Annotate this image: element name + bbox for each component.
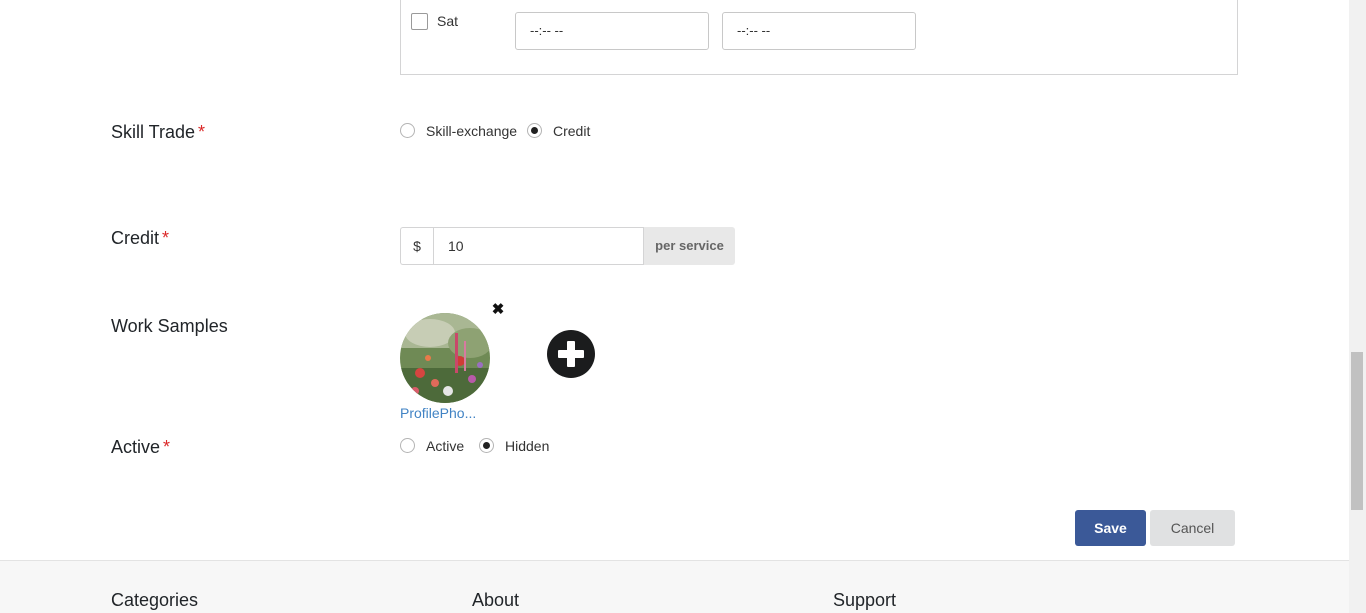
skill-trade-label: Skill Trade * — [111, 122, 206, 142]
sat-label: Sat — [437, 13, 459, 29]
credit-input-group: $ 10 per service — [400, 227, 735, 265]
add-sample-icon[interactable] — [547, 330, 595, 378]
work-sample-thumbnail — [400, 313, 490, 403]
credit-option-label: Credit — [553, 123, 591, 139]
footer-heading-support: Support — [833, 590, 897, 610]
credit-label: Credit * — [111, 228, 170, 248]
footer-heading-about: About — [472, 590, 520, 610]
required-mark: * — [198, 122, 206, 142]
remove-sample-icon[interactable]: ✖ — [491, 302, 505, 318]
hidden-radio[interactable] — [479, 438, 494, 453]
work-sample-filename-link[interactable]: ProfilePho... — [400, 405, 476, 421]
sat-start-time-input[interactable]: --:-- -- — [515, 12, 709, 50]
sat-checkbox[interactable] — [411, 13, 428, 30]
hidden-option-label: Hidden — [505, 438, 550, 454]
scrollbar-thumb[interactable] — [1351, 352, 1363, 510]
credit-currency-prefix: $ — [400, 227, 433, 265]
vertical-scrollbar[interactable] — [1349, 0, 1366, 613]
credit-amount-input[interactable]: 10 — [433, 227, 644, 265]
active-radio[interactable] — [400, 438, 415, 453]
active-label: Active * — [111, 437, 171, 457]
footer: Categories About Support — [0, 560, 1349, 613]
work-samples-label: Work Samples — [111, 316, 228, 336]
save-button[interactable]: Save — [1075, 510, 1146, 546]
required-mark: * — [163, 437, 171, 457]
credit-unit-suffix: per service — [644, 227, 735, 265]
active-option-label: Active — [426, 438, 465, 454]
cancel-button[interactable]: Cancel — [1150, 510, 1235, 546]
required-mark: * — [162, 228, 170, 248]
footer-heading-categories: Categories — [111, 590, 199, 610]
edit-service-page: Sat --:-- -- --:-- -- Skill Trade * Skill… — [0, 0, 1349, 613]
skill-exchange-label: Skill-exchange — [426, 123, 518, 139]
credit-radio[interactable] — [527, 123, 542, 138]
sat-end-time-input[interactable]: --:-- -- — [722, 12, 916, 50]
skill-exchange-radio[interactable] — [400, 123, 415, 138]
